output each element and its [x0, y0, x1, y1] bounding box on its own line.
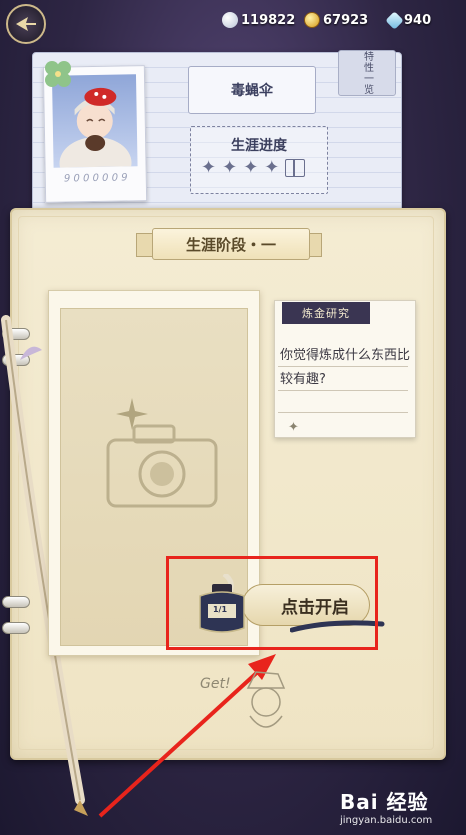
clover-icon [45, 61, 71, 87]
polaroid-caption: 9 0 0 0 0 0 9 [63, 172, 128, 185]
back-arrow-icon [16, 17, 36, 31]
crystal-count: 940 [404, 12, 432, 28]
career-progress-box[interactable]: 生涯进度 ✦ ✦ ✦ ✦ [190, 126, 328, 194]
sparkle-icon: ✦ [288, 420, 299, 435]
trait-overview-tab[interactable]: 特性一览 [338, 50, 396, 96]
sparkle-icon [116, 398, 148, 430]
note-rule-line [278, 366, 408, 367]
watermark-brand: Bai 经验 [340, 790, 429, 814]
currency-crystal: 940 [385, 10, 432, 30]
note-rule-line [278, 390, 408, 391]
gold-count: 67923 [323, 12, 369, 28]
watermark-url: jingyan.baidu.com [340, 815, 433, 826]
star-icon: ✦ [264, 157, 280, 178]
get-text: Get! [200, 676, 231, 692]
currency-gold: 67923 [304, 10, 368, 30]
career-stage-ribbon: 生涯阶段・一 [152, 228, 310, 260]
question-text: 你觉得炼成什么东西比较有趣? [280, 348, 411, 387]
gift-icon [285, 159, 306, 177]
star-icon: ✦ [243, 157, 259, 178]
career-progress-title: 生涯进度 [231, 138, 287, 154]
alchemy-research-label: 炼金研究 [302, 307, 350, 320]
progress-stars: ✦ ✦ ✦ ✦ [201, 157, 306, 178]
gold-coin-icon [304, 12, 320, 28]
career-stage-title: 生涯阶段・一 [185, 235, 276, 254]
back-button[interactable] [6, 4, 46, 44]
crystal-icon [385, 10, 404, 30]
highlight-box [166, 556, 378, 650]
alchemy-research-tag: 炼金研究 [282, 302, 370, 324]
baidu-watermark: Bai 经验 jingyan.baidu.com [340, 786, 460, 830]
pearl-icon [222, 12, 238, 28]
character-name: 毒蝇伞 [231, 83, 273, 99]
trait-tab-label: 特性一览 [361, 51, 373, 95]
chibi-sketch-icon [246, 671, 286, 728]
currency-pearl: 119822 [222, 10, 295, 30]
character-name-plate: 毒蝇伞 [188, 66, 316, 114]
star-icon: ✦ [222, 157, 238, 178]
star-icon: ✦ [201, 157, 217, 178]
note-rule-line [278, 412, 408, 413]
pearl-count: 119822 [241, 12, 296, 28]
